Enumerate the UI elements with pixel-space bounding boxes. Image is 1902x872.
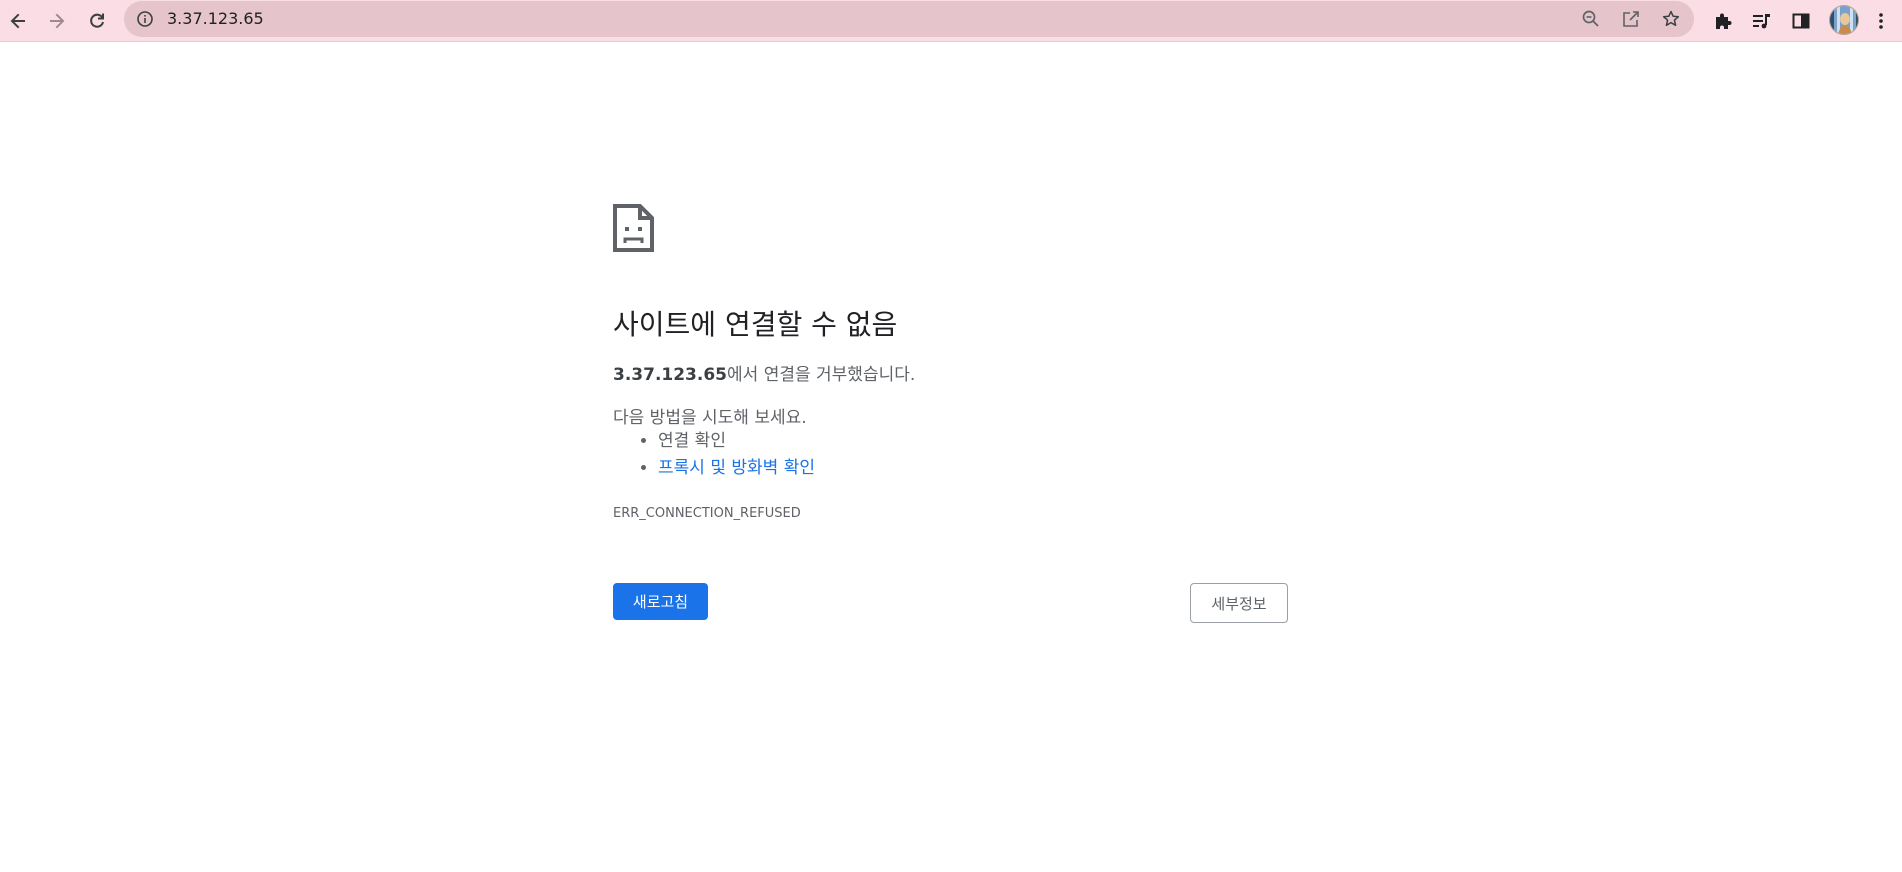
avatar[interactable] [1829,5,1859,35]
media-control-button[interactable] [1744,4,1778,38]
arrow-right-icon [50,13,65,29]
url-text[interactable]: 3.37.123.65 [167,1,264,37]
arrow-left-icon [10,13,25,29]
address-bar[interactable]: 3.37.123.65 [124,1,1694,37]
sad-page-icon [613,204,654,252]
error-code: ERR_CONNECTION_REFUSED [613,506,801,521]
extensions-button[interactable] [1706,4,1740,38]
suggestion-check-connection: 연결 확인 [658,431,726,451]
error-title: 사이트에 연결할 수 없음 [613,308,898,341]
error-description: 3.37.123.65에서 연결을 거부했습니다. [613,360,915,385]
list-item: 연결 확인 [658,428,815,455]
zoom-out-icon [1582,10,1599,27]
list-item: 프록시 및 방화벽 확인 [658,455,815,482]
back-button[interactable] [1,4,35,38]
suggestions-heading: 다음 방법을 시도해 보세요. [613,408,807,428]
browser-toolbar: 3.37.123.65 [0,0,1902,42]
puzzle-icon [1716,13,1732,29]
details-button[interactable]: 세부정보 [1190,583,1288,623]
suggestion-check-proxy-firewall-link[interactable]: 프록시 및 방화벽 확인 [658,458,815,478]
kebab-menu-icon [1879,13,1883,29]
browser-menu-button[interactable] [1864,4,1898,38]
suggestions-list: 연결 확인 프록시 및 방화벽 확인 [613,428,815,482]
reload-button[interactable] [80,4,114,38]
reload-icon [90,13,104,28]
error-description-text: 에서 연결을 거부했습니다. [727,365,916,385]
share-button[interactable] [1619,7,1643,31]
media-control-icon [1753,14,1770,29]
side-panel-button[interactable] [1784,4,1818,38]
profile-avatar-image [1830,6,1858,34]
error-host: 3.37.123.65 [613,365,728,385]
star-icon [1662,10,1680,27]
bookmark-button[interactable] [1659,7,1683,31]
side-panel-icon [1792,13,1810,29]
share-icon [1623,11,1639,27]
forward-button[interactable] [40,4,74,38]
reload-page-button[interactable]: 새로고침 [613,583,708,620]
info-icon[interactable] [136,10,154,28]
zoom-button[interactable] [1579,7,1603,31]
